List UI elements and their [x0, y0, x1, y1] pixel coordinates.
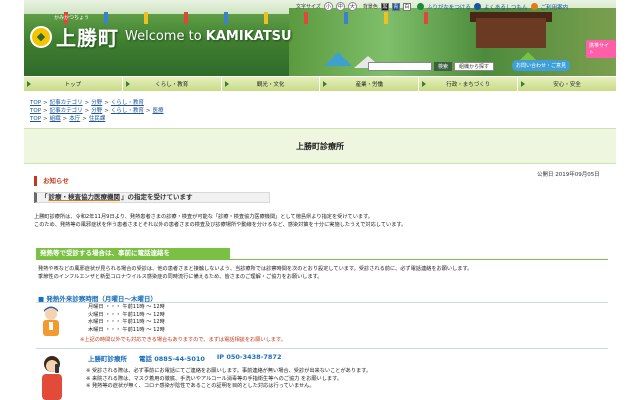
nav-item-industry[interactable]: 産業・労働 — [320, 77, 420, 91]
breadcrumb-link[interactable]: TOP — [30, 115, 41, 123]
breadcrumb-row: TOP > 記事カテゴリ > 分野 > くらし・教育 > 医療 — [30, 107, 164, 115]
hours-row: 木曜日 ・・・ 午前11時 ～ 12時 — [88, 326, 165, 333]
breadcrumb-link[interactable]: 記事カテゴリ — [50, 107, 83, 115]
clinic-ip-phone[interactable]: IP 050-3438-7872 — [217, 353, 282, 363]
nav-arrow-icon — [224, 81, 229, 87]
logo-japanese: 上勝町 — [56, 26, 119, 50]
breadcrumb-link[interactable]: 記事カテゴリ — [50, 99, 83, 107]
mobile-site-badge[interactable]: 携帯サイト — [586, 40, 616, 58]
breadcrumb-link[interactable]: 分野 — [91, 99, 102, 107]
breadcrumb-row: TOP > 記事カテゴリ > 分野 > くらし・教育 — [30, 99, 144, 107]
bg-color-black-button[interactable]: 黒 — [380, 2, 389, 11]
nav-arrow-icon — [422, 81, 427, 87]
notice-bar-keyword: 診療・検査協力医療機関 — [48, 193, 121, 201]
note-item: ※ 発熱等の症状が無く、コロナ感染が陰性であることの証明を目的とした対応は行って… — [86, 383, 315, 389]
hours-note: ※上記の時間以外でも対応できる場合もありますので、まずは電話相談をお願いします。 — [80, 337, 286, 343]
nav-item-top[interactable]: トップ — [24, 77, 123, 91]
hours-rule — [36, 302, 608, 303]
furigana-icon — [416, 3, 424, 10]
bg-color-white-button[interactable]: 白 — [402, 2, 411, 11]
note-item: ※ 来院される際は、マスク着用の徹底、手洗いやアルコール消毒等の手指衛生等へのご… — [86, 375, 342, 382]
page-title: 上勝町診療所 — [296, 141, 344, 151]
faq-icon — [473, 3, 481, 10]
logo-ruby: かみかつちょう — [54, 15, 90, 21]
nav-arrow-icon — [521, 81, 526, 87]
font-size-label: 文字サイズ — [296, 4, 321, 10]
site-logo[interactable]: ◆ 上勝町 Welcome to KAMIKATSU — [30, 22, 292, 51]
breadcrumb: TOP > 記事カテゴリ > 分野 > くらし・教育 TOP > 記事カテゴリ > 分野 >… — [30, 99, 164, 123]
nav-item-safety[interactable]: 安心・安全 — [518, 77, 616, 91]
hours-row: 火曜日 ・・・ 午前11時 ～ 12時 — [88, 311, 165, 318]
clinic-phone[interactable]: 電話 0885-44-5010 — [139, 353, 205, 363]
notice-bar: 「診療・検査協力医療機関 」の指定を受けています — [34, 192, 270, 203]
contact-info: 上勝町診療所 電話 0885-44-5010 IP 050-3438-7872 — [88, 353, 281, 363]
header-streamer — [344, 12, 348, 24]
contact-badge[interactable]: お問い合わせ・ご意見 — [512, 60, 571, 71]
search-bar: 検索 組織から探す — [368, 62, 495, 71]
header-tent — [324, 52, 352, 66]
font-size-large-button[interactable]: 大 — [347, 2, 357, 11]
nav-arrow-icon — [125, 81, 130, 87]
breadcrumb-link[interactable]: TOP — [30, 99, 41, 107]
usage-link[interactable]: ご利用案内 — [541, 3, 569, 11]
nav-item-life[interactable]: くらし・教育 — [122, 77, 222, 91]
nav-item-tourism[interactable]: 観光・文化 — [221, 77, 321, 91]
global-nav: トップ くらし・教育 観光・文化 産業・労働 行政・まちづくり 安心・安全 — [24, 77, 616, 91]
fever-heading-rule — [36, 259, 608, 260]
notice-paragraph: 上勝町診療所は、令和2年11月9日より、発熱患者さまの診療・検査が可能な「診療・… — [34, 214, 407, 228]
usage-icon — [530, 3, 538, 10]
breadcrumb-row: TOP > 組織 > 本庁 > 住民課 — [30, 115, 106, 123]
fever-paragraph: 発熱や咳などの風邪症状が見られる場合の受診は、他の患者さまと接触しないよう、当診… — [38, 266, 473, 280]
town-emblem-icon: ◆ — [30, 25, 52, 48]
fever-section-heading: 発熱等で受診する場合は、事前に電話連絡を — [36, 248, 230, 259]
faq-link[interactable]: よくあるしつもん — [484, 3, 528, 11]
logo-english: Welcome to KAMIKATSU — [125, 29, 292, 44]
page-title-band: 上勝町診療所 — [24, 128, 616, 164]
breadcrumb-link[interactable]: 本庁 — [69, 115, 80, 123]
notice-heading: お知らせ — [34, 176, 608, 186]
breadcrumb-link[interactable]: 分野 — [91, 107, 102, 115]
accessibility-toolbar: 文字サイズ 小 中 大 背景色 黒 青 白 ふりがなをつける よくあるしつもん … — [296, 2, 568, 11]
note-item: ※ 受診される際は、必ず事前にお電話にてご連絡をお願いします。事前連絡が無い場合… — [86, 368, 372, 374]
bg-color-blue-button[interactable]: 青 — [391, 2, 400, 11]
clinic-name: 上勝町診療所 — [88, 355, 127, 363]
phone-operator-icon — [42, 356, 62, 400]
breadcrumb-link[interactable]: くらし・教育 — [111, 99, 144, 107]
hours-row: 月曜日 ・・・ 午前11時 ～ 12時 — [88, 304, 165, 310]
breadcrumb-link[interactable]: 住民課 — [89, 115, 106, 123]
header-streamer — [384, 12, 388, 24]
nav-arrow-icon — [27, 81, 31, 87]
search-by-org-button[interactable]: 組織から探す — [454, 62, 495, 71]
search-button[interactable]: 検索 — [434, 62, 453, 71]
notice-section: お知らせ 「診療・検査協力医療機関 」の指定を受けています 上勝町診療所は、令和2… — [34, 176, 608, 229]
breadcrumb-link[interactable]: TOP — [30, 107, 41, 115]
breadcrumb-link[interactable]: 医療 — [153, 107, 164, 115]
hours-list: 月曜日 ・・・ 午前11時 ～ 12時 火曜日 ・・・ 午前11時 ～ 12時 … — [88, 304, 165, 334]
header-house — [476, 18, 546, 48]
notes-list: ※ 受診される際は、必ず事前にお電話にてご連絡をお願いします。事前連絡が無い場合… — [86, 368, 371, 391]
nav-arrow-icon — [323, 81, 328, 87]
hours-row: 水曜日 ・・・ 午前11時 ～ 12時 — [88, 319, 165, 325]
doctor-icon — [43, 306, 59, 336]
search-input[interactable] — [368, 62, 432, 71]
header-streamer — [304, 12, 308, 24]
breadcrumb-link[interactable]: くらし・教育 — [111, 107, 144, 115]
contact-rule — [36, 348, 608, 349]
breadcrumb-link[interactable]: 組織 — [50, 115, 61, 123]
furigana-link[interactable]: ふりがなをつける — [427, 3, 471, 11]
nav-item-admin[interactable]: 行政・まちづくり — [419, 77, 519, 91]
font-size-medium-button[interactable]: 中 — [335, 2, 345, 11]
font-size-small-button[interactable]: 小 — [323, 2, 333, 11]
bg-color-label: 背景色 — [362, 4, 378, 10]
header-streamer — [424, 12, 428, 24]
